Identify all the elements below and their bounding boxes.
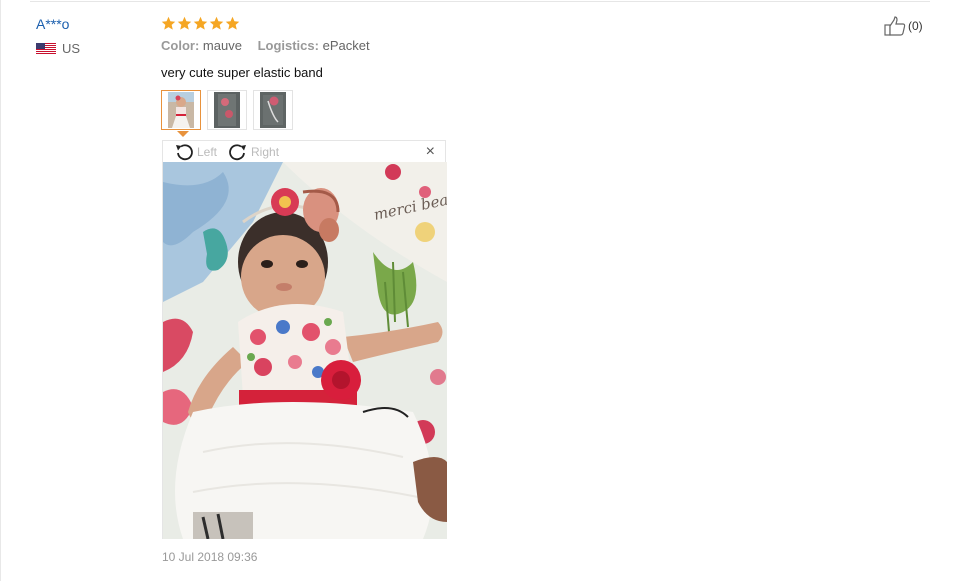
divider xyxy=(30,1,930,2)
country-code: US xyxy=(62,41,81,56)
left-border xyxy=(0,0,1,581)
thumbs-up-icon xyxy=(884,16,906,36)
review-date: 10 Jul 2018 09:36 xyxy=(162,550,258,564)
review-text: very cute super elastic band xyxy=(161,65,323,80)
buyer-country: US xyxy=(36,41,80,56)
baby-photo-thumbnail xyxy=(168,92,194,128)
viewer-toolbar: Left Right × xyxy=(163,141,445,162)
review-body: Color: mauve Logistics: ePacket very cut… xyxy=(161,14,931,81)
review-thumbnails xyxy=(161,90,293,130)
buyer-info: A***o US xyxy=(36,15,80,56)
rotate-left-label: Left xyxy=(197,144,218,159)
review-photo-large: merci beau xyxy=(163,162,447,539)
review-photo-thumbnail-2[interactable] xyxy=(207,90,247,130)
rotate-right-button[interactable]: Right xyxy=(227,142,279,162)
rotate-right-label: Right xyxy=(251,144,280,159)
rotate-left-icon xyxy=(176,143,193,160)
color-label: Color: xyxy=(161,38,200,53)
star-rating xyxy=(161,14,931,32)
us-flag-icon xyxy=(36,43,56,54)
logistics-value: ePacket xyxy=(322,38,370,53)
star-icon xyxy=(193,16,208,30)
helpful-count: (0) xyxy=(908,19,923,33)
selected-thumbnail-caret xyxy=(177,131,189,137)
rotate-left-button[interactable]: Left xyxy=(173,142,217,162)
review-attributes: Color: mauve Logistics: ePacket xyxy=(161,38,931,54)
close-icon[interactable]: × xyxy=(426,143,435,161)
review-photo-thumbnail-3[interactable] xyxy=(253,90,293,130)
color-value: mauve xyxy=(202,38,242,53)
star-icon xyxy=(225,16,240,30)
star-icon xyxy=(177,16,192,30)
logistics-label: Logistics: xyxy=(257,38,319,53)
photo-viewer: Left Right × merci beau xyxy=(162,140,447,539)
headband-photo-thumbnail xyxy=(214,92,240,128)
rotate-right-icon xyxy=(229,143,247,160)
star-icon xyxy=(209,16,224,30)
helpful-button[interactable]: (0) xyxy=(884,16,923,36)
star-icon xyxy=(161,16,176,30)
headband-photo-thumbnail xyxy=(260,92,286,128)
review-photo-thumbnail-1[interactable] xyxy=(161,90,201,130)
buyer-name[interactable]: A***o xyxy=(36,15,80,33)
